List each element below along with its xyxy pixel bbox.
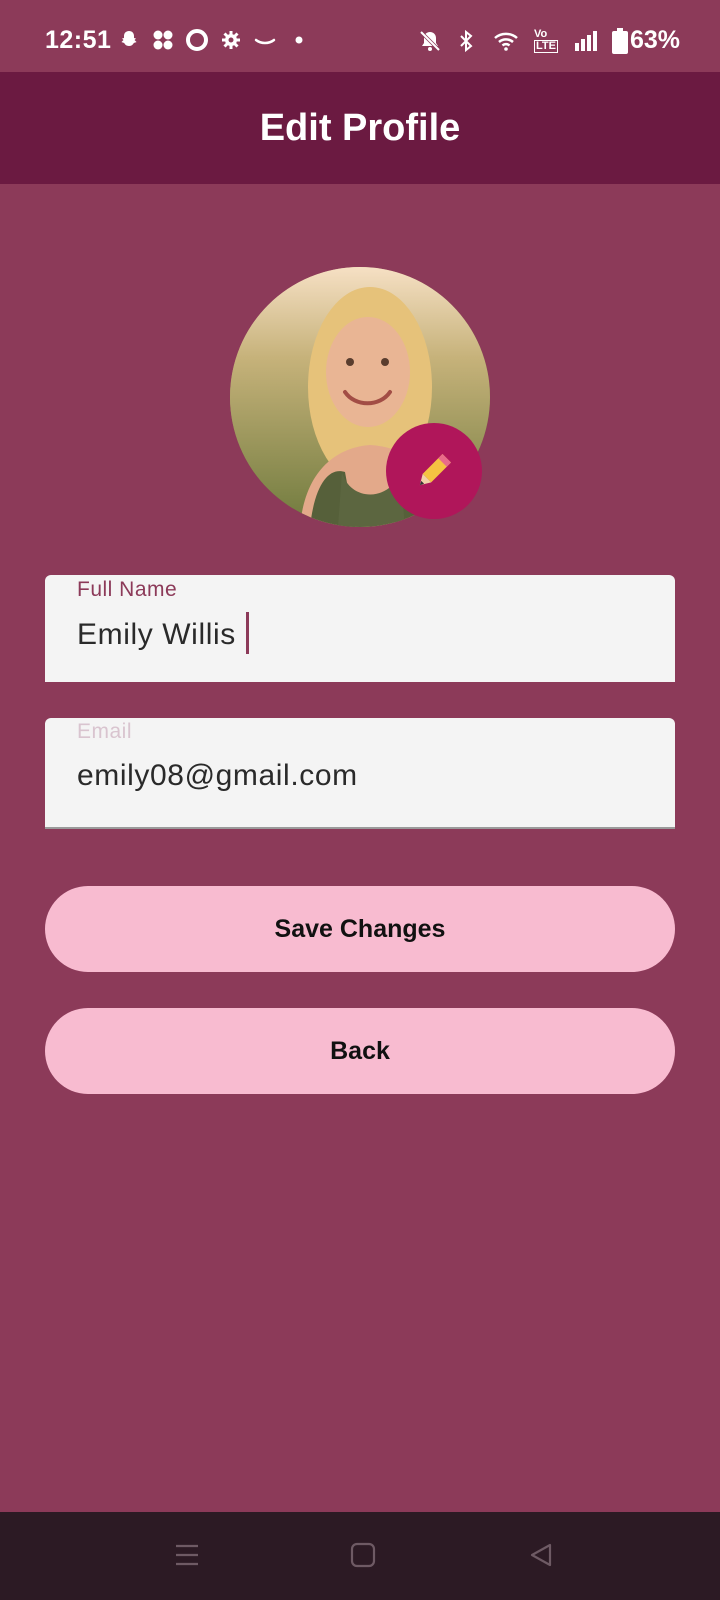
status-right-icons: Vo LTE 63% [418, 26, 680, 55]
full-name-input[interactable]: Emily Willis [77, 612, 249, 657]
menu-icon[interactable] [170, 1538, 204, 1572]
full-name-value: Emily Willis [77, 617, 236, 651]
text-caret [245, 612, 249, 654]
email-input[interactable]: emily08@gmail.com [77, 759, 358, 793]
status-left-icons [117, 28, 311, 52]
ring-icon [186, 29, 208, 51]
gear-icon [222, 31, 240, 49]
save-changes-button[interactable]: Save Changes [45, 886, 675, 972]
full-name-field[interactable]: Full Name Emily Willis [45, 575, 675, 682]
full-name-label: Full Name [77, 578, 178, 601]
status-bar: 12:51 Vo LTE 63% [0, 0, 720, 72]
bell-muted-icon [419, 30, 441, 51]
bluetooth-icon [460, 29, 473, 52]
wifi-icon [494, 32, 518, 51]
fan-icon [153, 30, 173, 50]
avatar-container [230, 267, 490, 527]
dot-icon [295, 36, 303, 44]
status-time: 12:51 [45, 26, 112, 54]
home-square-icon[interactable] [346, 1538, 380, 1572]
signal-icon [574, 30, 597, 51]
pencil-icon [419, 454, 451, 486]
volte-label-top: Vo [533, 27, 548, 40]
battery-icon [611, 27, 628, 54]
back-button[interactable]: Back [45, 1008, 675, 1094]
back-triangle-icon[interactable] [524, 1538, 558, 1572]
email-field[interactable]: Email emily08@gmail.com [45, 718, 675, 829]
email-label: Email [77, 720, 133, 743]
battery-percent: 63% [629, 26, 680, 54]
snapchat-icon [121, 31, 137, 46]
volte-icon: Vo LTE [533, 27, 558, 53]
system-nav-bar [0, 1512, 720, 1600]
amazon-icon [254, 38, 276, 45]
edit-avatar-button[interactable] [386, 423, 482, 519]
page-title: Edit Profile [259, 106, 461, 149]
app-bar: Edit Profile [0, 72, 720, 184]
volte-label-bottom: LTE [533, 39, 558, 53]
